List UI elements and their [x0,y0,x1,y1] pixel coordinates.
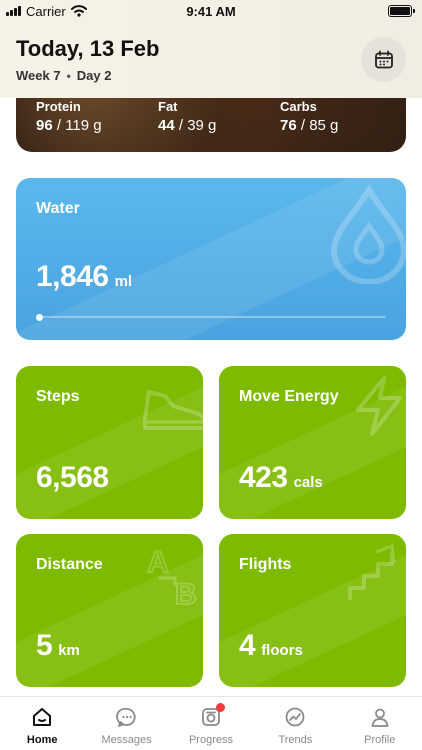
profile-icon [368,705,392,729]
flights-value-group: 4 floors [239,629,303,663]
flights-card[interactable]: Flights 4 floors [219,534,406,687]
separator-dot: • [66,68,71,83]
svg-text:A: A [147,546,169,579]
water-progress-track [38,316,386,318]
tab-label: Profile [364,734,396,746]
dashboard-content[interactable]: Protein 96 / 119 g Fat 44 / 39 g Carbs 7… [0,98,422,696]
trends-icon [283,705,307,729]
calendar-button[interactable] [361,37,406,82]
water-card[interactable]: Water 1,846 ml [16,178,406,340]
signal-icon [6,6,21,16]
macro-carbs: Carbs 76 / 85 g [280,99,338,134]
week-day-subtitle: Week 7 • Day 2 [16,68,111,83]
macro-goal: / 39 g [178,117,217,134]
day-label: Day 2 [76,68,112,83]
tab-bar: Home Messages Progress Trends Profile [0,696,422,750]
tab-label: Progress [188,734,233,746]
tab-profile[interactable]: Profile [338,705,422,746]
carrier-label: Carrier [26,3,66,19]
tab-home[interactable]: Home [0,705,84,746]
distance-value: 5 [36,629,53,662]
tab-messages[interactable]: Messages [85,705,169,746]
lightning-icon [356,376,402,436]
distance-card[interactable]: A B Distance 5 km [16,534,203,687]
move-energy-value-group: 423 cals [239,461,323,495]
water-value: 1,846 [36,260,109,293]
macro-goal: / 119 g [56,117,102,134]
tab-label: Trends [278,734,313,746]
tab-label: Home [26,734,58,746]
distance-value-group: 5 km [36,629,80,663]
water-label: Water [36,200,80,217]
water-value-group: 1,846 ml [36,260,132,294]
macro-label: Carbs [280,99,317,114]
tab-progress[interactable]: Progress [169,703,253,746]
sneaker-icon [143,390,203,430]
macro-goal: / 85 g [300,117,339,134]
battery-icon [388,5,415,17]
a-to-b-icon: A B [146,545,198,608]
water-progress-knob[interactable] [36,314,43,321]
macro-fat: Fat 44 / 39 g [158,99,216,134]
distance-unit: km [58,642,80,659]
macros-card[interactable]: Protein 96 / 119 g Fat 44 / 39 g Carbs 7… [16,98,406,152]
notification-badge [215,703,225,712]
flights-label: Flights [239,556,292,573]
move-energy-card[interactable]: Move Energy 423 cals [219,366,406,519]
flights-value: 4 [239,629,256,662]
calendar-icon [374,50,393,68]
water-drop-icon [330,184,406,284]
status-left: Carrier [6,4,87,19]
steps-value: 6,568 [36,461,109,494]
distance-label: Distance [36,556,103,573]
macro-current: 44 [158,117,175,134]
water-unit: ml [114,273,133,290]
macro-current: 96 [36,117,53,134]
macro-protein: Protein 96 / 119 g [36,99,102,134]
macro-label: Fat [158,99,178,114]
chat-icon [115,705,139,729]
wifi-icon [70,5,87,17]
status-bar: Carrier 9:41 AM [0,0,422,22]
flights-unit: floors [261,642,303,659]
steps-label: Steps [36,388,80,405]
macro-current: 76 [280,117,297,134]
move-energy-label: Move Energy [239,388,339,405]
tab-label: Messages [101,734,152,746]
steps-card[interactable]: Steps 6,568 [16,366,203,519]
stairs-icon [348,543,396,600]
macro-label: Protein [36,99,81,114]
week-label: Week 7 [16,68,61,83]
steps-value-group: 6,568 [36,461,115,495]
move-energy-value: 423 [239,461,288,494]
tab-trends[interactable]: Trends [253,705,337,746]
page-title: Today, 13 Feb [16,36,160,61]
svg-text:B: B [175,578,197,608]
home-icon [30,705,54,729]
move-energy-unit: cals [293,474,323,491]
